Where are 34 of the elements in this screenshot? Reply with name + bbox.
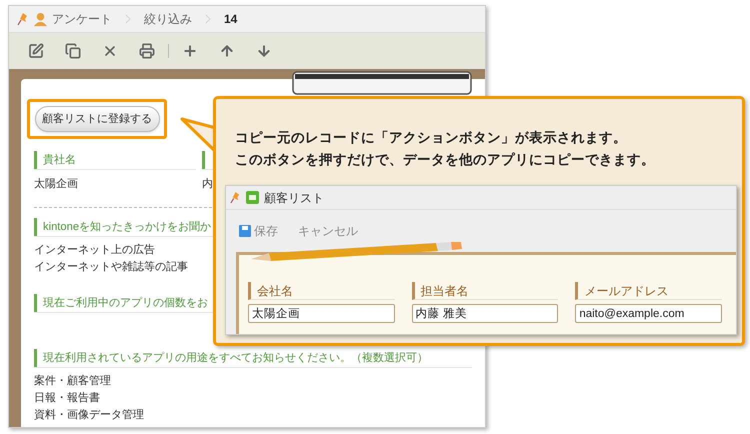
- close-icon[interactable]: [102, 43, 118, 59]
- field-value: 太陽企画: [34, 177, 78, 192]
- field-label: 会社名: [248, 282, 395, 300]
- field-value: 資料・画像データ管理: [34, 408, 144, 423]
- app-icon: [246, 191, 259, 204]
- copy-icon[interactable]: [65, 43, 81, 59]
- edit-icon[interactable]: [28, 43, 44, 59]
- callout-text: このボタンを押すだけで、データを他のアプリにコピーできます。: [235, 151, 656, 169]
- breadcrumb-item[interactable]: 絞り込み: [144, 10, 192, 28]
- field-value: インターネットや雑誌等の記事: [34, 260, 188, 275]
- input-field[interactable]: 太陽企画: [248, 304, 395, 323]
- plus-icon[interactable]: [182, 43, 198, 59]
- save-icon: [239, 225, 251, 237]
- up-arrow-icon[interactable]: [219, 43, 235, 59]
- breadcrumb-item: 14: [224, 11, 238, 28]
- field-value: 内: [202, 177, 213, 192]
- field-label: 現在ご利用中のアプリの個数をお: [34, 294, 208, 312]
- register-customer-button[interactable]: 顧客リストに登録する: [34, 106, 160, 132]
- field-label: 担当者名: [412, 282, 558, 300]
- input-field[interactable]: 内藤 雅美: [412, 304, 558, 323]
- printer-icon[interactable]: [139, 43, 155, 59]
- pushpin-icon: [230, 191, 241, 204]
- field-label: メールアドレス: [575, 282, 722, 300]
- input-field[interactable]: naito@example.com: [575, 304, 722, 323]
- field-label: 貴社名: [34, 151, 76, 169]
- person-icon: [33, 12, 48, 26]
- callout-text: コピー元のレコードに「アクションボタン」が表示されます。: [235, 129, 628, 147]
- pushpin-icon: [17, 12, 29, 26]
- field-value: インターネット上の広告: [34, 242, 155, 258]
- field-value: 日報・報告書: [34, 390, 100, 406]
- accent-bar: [202, 151, 205, 169]
- preview-title: 顧客リスト: [264, 190, 324, 206]
- breadcrumb-item[interactable]: アンケート: [52, 10, 112, 28]
- field-value: 案件・顧客管理: [34, 374, 111, 389]
